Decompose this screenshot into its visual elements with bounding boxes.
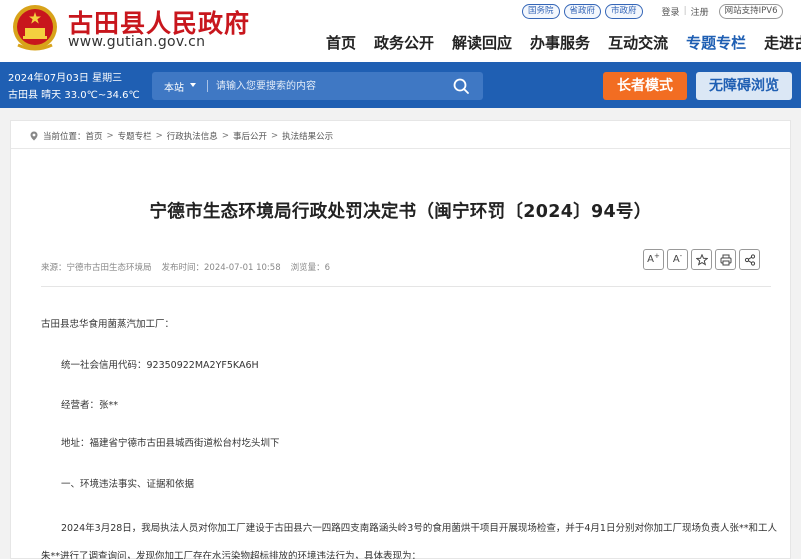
article-address: 地址：福建省宁德市古田县城西街道松台村圪头圳下 [61,438,280,449]
nav-interaction[interactable]: 互动交流 [608,32,668,53]
breadcrumb-separator: > [155,131,163,141]
search-icon[interactable] [452,77,472,95]
location-icon [30,131,38,141]
font-decrease-icon[interactable]: A- [667,249,688,270]
elder-mode-button[interactable]: 长者模式 [603,72,687,100]
breadcrumb: 当前位置： 首页 > 专题专栏 > 行政执法信息 > 事后公开 > 执法结果公示 [29,130,333,142]
nav-services[interactable]: 办事服务 [530,32,590,53]
util-separator: | [683,6,687,16]
article-container: 当前位置： 首页 > 专题专栏 > 行政执法信息 > 事后公开 > 执法结果公示… [10,120,791,559]
article-meta: 来源：宁德市古田生态环境局 发布时间：2024-07-01 10:58 浏览量：… [41,261,340,273]
nav-government-affairs[interactable]: 政务公开 [374,32,434,53]
top-links: 国务院 省政府 市政府 登录 | 注册 网站支持IPV6 [522,3,784,19]
utility-bar: 2024年07月03日 星期三 古田县 晴天 33.0℃~34.6℃ 本站 长者… [0,62,801,108]
article-paragraph: 2024年3月28日，我局执法人员对你加工厂建设于古田县六一四路四支南路涵头岭3… [41,523,777,559]
article-title: 宁德市生态环境局行政处罚决定书（闽宁环罚〔2024〕94号） [149,202,652,222]
breadcrumb-item-home[interactable]: 首页 [86,130,103,142]
national-emblem-icon [13,5,57,51]
article-publish-time: 发布时间：2024-07-01 10:58 [161,263,281,273]
breadcrumb-item-enforcement[interactable]: 行政执法信息 [167,130,218,142]
chevron-down-icon[interactable] [190,83,196,87]
print-icon[interactable] [715,249,736,270]
nav-home[interactable]: 首页 [326,32,356,53]
article-credit-code: 统一社会信用代码：92350922MA2YF5KA6H [61,360,259,371]
accessible-browse-button[interactable]: 无障碍浏览 [696,72,792,100]
breadcrumb-item-post-disclosure[interactable]: 事后公开 [233,130,267,142]
article-section-heading: 一、环境违法事实、证据和依据 [61,479,195,490]
site-header: 古田县人民政府 www.gutian.gov.cn 国务院 省政府 市政府 登录… [0,0,801,62]
breadcrumb-divider [11,148,790,149]
nav-special-topics[interactable]: 专题专栏 [686,32,746,53]
link-state-council[interactable]: 国务院 [522,3,560,19]
search-divider [207,80,208,92]
login-link[interactable]: 登录 [662,5,680,18]
current-date: 2024年07月03日 星期三 [8,73,123,84]
article-addressee: 古田县忠华食用菌蒸汽加工厂： [41,319,175,330]
breadcrumb-item-topics[interactable]: 专题专栏 [118,130,152,142]
article-source: 来源：宁德市古田生态环境局 [41,263,152,273]
link-province-gov[interactable]: 省政府 [563,3,602,19]
weather-info: 古田县 晴天 33.0℃~34.6℃ [8,90,140,101]
nav-interpretation[interactable]: 解读回应 [452,32,512,53]
share-icon[interactable] [739,249,760,270]
breadcrumb-separator: > [221,131,229,141]
article-views: 浏览量：6 [290,263,331,273]
breadcrumb-prefix: 当前位置： [43,132,86,142]
nav-about-gutian[interactable]: 走进古田 [764,32,801,53]
meta-divider [41,286,771,287]
search-input[interactable] [216,76,436,96]
article-tools: A + A- [643,249,763,270]
register-link[interactable]: 注册 [691,5,709,18]
link-city-gov[interactable]: 市政府 [605,3,643,19]
font-increase-icon[interactable]: A + [643,249,664,270]
main-nav: 首页 政务公开 解读回应 办事服务 互动交流 专题专栏 走进古田 [326,32,801,53]
ipv6-badge: 网站支持IPV6 [718,3,784,19]
breadcrumb-separator: > [270,131,279,141]
article-operator: 经营者：张** [61,400,119,411]
breadcrumb-item-results[interactable]: 执法结果公示 [282,130,333,142]
breadcrumb-separator: > [106,131,114,141]
star-icon[interactable] [691,249,712,270]
search-box: 本站 [152,72,483,100]
search-scope-select[interactable]: 本站 [164,79,184,94]
site-url: www.gutian.gov.cn [68,34,206,50]
